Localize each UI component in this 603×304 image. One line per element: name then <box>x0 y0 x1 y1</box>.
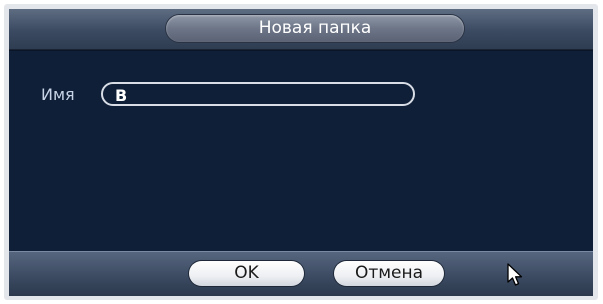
ok-button[interactable]: OK <box>189 261 304 286</box>
dialog-content: Имя В <box>9 50 593 251</box>
dialog-footer: OK Отмена <box>9 251 593 296</box>
dialog-titlebar: Новая папка <box>9 9 593 50</box>
mouse-pointer-icon <box>507 263 523 286</box>
cancel-button[interactable]: Отмена <box>334 261 444 286</box>
dialog-title: Новая папка <box>166 15 464 42</box>
name-label: Имя <box>41 85 75 104</box>
name-input[interactable]: В <box>101 82 415 106</box>
new-folder-dialog: Новая папка Имя В OK Отмена <box>4 4 598 300</box>
